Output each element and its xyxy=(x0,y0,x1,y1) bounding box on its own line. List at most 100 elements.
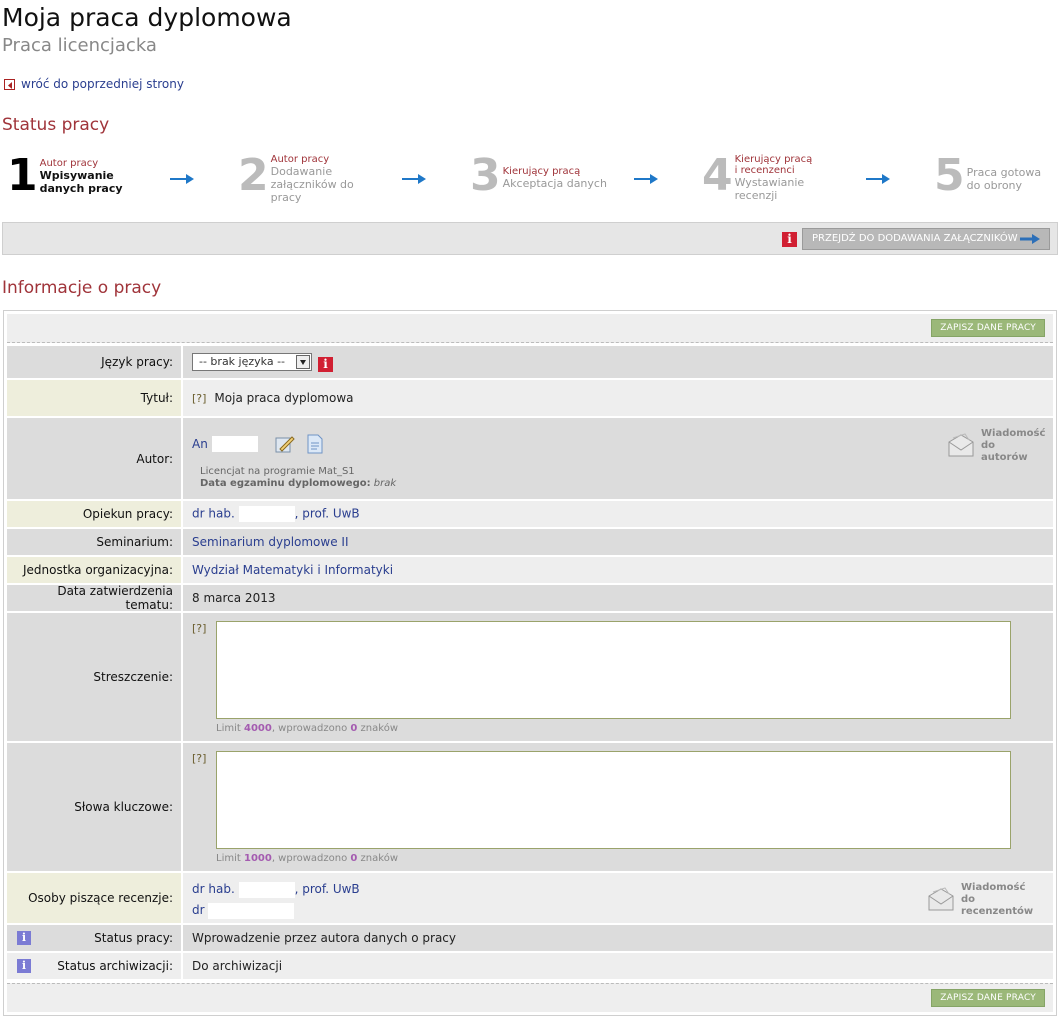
seminar-label: Seminarium: xyxy=(7,529,181,557)
author-name-link[interactable]: An xyxy=(192,437,208,451)
info-section-title: Informacje o pracy xyxy=(2,278,162,298)
author-program: Licencjat na programie Mat_S1 xyxy=(200,466,355,477)
step-role: Kierujący pracą xyxy=(502,166,581,177)
work-info-form: ZAPISZ DANE PRACY Język pracy: -- brak j… xyxy=(3,310,1057,1016)
approval-value: 8 marca 2013 xyxy=(192,591,276,605)
author-label: Autor: xyxy=(7,418,181,501)
goto-attachments-label: PRZEJDŹ DO DODAWANIA ZAŁĄCZNIKÓW xyxy=(812,233,1018,244)
reviewer-link[interactable]: dr xyxy=(192,902,295,919)
save-button[interactable]: ZAPISZ DANE PRACY xyxy=(931,319,1045,337)
step-role: Kierujący pracą i recenzenci xyxy=(734,154,813,176)
row-language: Język pracy: -- brak języka -- i xyxy=(7,346,1053,380)
step-label: Dodawanie załączników do pracy xyxy=(270,165,354,204)
step-number: 2 xyxy=(238,150,269,201)
step-2: 2 Autor pracy Dodawanie załączników do p… xyxy=(238,150,361,205)
work-status-label: i Status pracy: xyxy=(7,925,181,953)
chevron-down-icon[interactable] xyxy=(296,355,310,369)
row-archive-status: i Status archiwizacji: Do archiwizacji xyxy=(7,953,1053,981)
row-seminar: Seminarium: Seminarium dyplomowe II xyxy=(7,529,1053,557)
language-select[interactable]: -- brak języka -- xyxy=(192,353,312,371)
goto-attachments-button[interactable]: PRZEJDŹ DO DODAWANIA ZAŁĄCZNIKÓW xyxy=(802,228,1050,250)
step-number: 3 xyxy=(470,150,501,201)
supervisor-suffix: , prof. UwB xyxy=(294,506,360,521)
step-label: Praca gotowa do obrony xyxy=(966,166,1042,192)
message-authors-button[interactable]: Wiadomość do autorów xyxy=(945,428,1046,464)
message-reviewers-label: Wiadomość do recenzentów xyxy=(961,882,1034,917)
info-icon[interactable]: i xyxy=(17,931,31,945)
keywords-label: Słowa kluczowe: xyxy=(7,743,181,873)
row-reviewers: Osoby piszące recenzje: dr hab. , prof. … xyxy=(7,873,1053,925)
row-author: Autor: An Licencjat na programie Mat_S1 … xyxy=(7,418,1053,501)
message-authors-label: Wiadomość do autorów xyxy=(981,428,1046,463)
step-number: 5 xyxy=(934,150,965,201)
redacted-name xyxy=(238,881,295,898)
supervisor-link[interactable]: dr hab. , prof. UwB xyxy=(192,506,360,522)
info-icon[interactable]: i xyxy=(318,357,333,372)
back-arrow-icon[interactable] xyxy=(4,78,15,90)
redacted-name xyxy=(238,506,295,522)
step-1: 1 Autor pracy Wpisywanie danych pracy xyxy=(7,152,130,200)
row-unit: Jednostka organizacyjna: Wydział Matemat… xyxy=(7,557,1053,585)
help-icon[interactable]: [?] xyxy=(192,752,206,765)
step-5: 5 Praca gotowa do obrony xyxy=(934,152,1057,200)
form-toolbar-bottom: ZAPISZ DANE PRACY xyxy=(7,983,1053,1012)
unit-label: Jednostka organizacyjna: xyxy=(7,557,181,585)
step-4: 4 Kierujący pracą i recenzenci Wystawian… xyxy=(702,150,815,203)
supervisor-prefix: dr hab. xyxy=(192,506,235,521)
row-work-status: i Status pracy: Wprowadzenie przez autor… xyxy=(7,925,1053,953)
info-icon[interactable]: i xyxy=(782,232,797,247)
row-title: Tytuł: [?] Moja praca dyplomowa xyxy=(7,380,1053,418)
row-approval-date: Data zatwierdzenia tematu: 8 marca 2013 xyxy=(7,584,1053,613)
unit-link[interactable]: Wydział Matematyki i Informatyki xyxy=(192,563,393,577)
step-arrow-icon xyxy=(634,174,658,184)
reviewers-label: Osoby piszące recenzje: xyxy=(7,873,181,925)
edit-note-icon[interactable] xyxy=(274,434,296,454)
step-number: 4 xyxy=(702,150,733,201)
title-value: Moja praca dyplomowa xyxy=(214,391,354,405)
page-subtitle: Praca licencjacka xyxy=(2,35,157,56)
info-icon[interactable]: i xyxy=(17,959,31,973)
abstract-limit: Limit 4000, wprowadzono 0 znaków xyxy=(216,723,398,734)
approval-label: Data zatwierdzenia tematu: xyxy=(7,584,181,613)
exam-date-value: brak xyxy=(373,478,397,489)
back-row[interactable]: wróć do poprzedniej strony xyxy=(4,77,184,91)
form-toolbar-top: ZAPISZ DANE PRACY xyxy=(7,314,1053,343)
redacted-name xyxy=(211,436,258,452)
abstract-textarea[interactable] xyxy=(216,621,1011,719)
title-label: Tytuł: xyxy=(7,380,181,418)
step-role: Autor pracy xyxy=(39,158,99,169)
step-arrow-icon xyxy=(866,174,890,184)
message-reviewers-button[interactable]: Wiadomość do recenzentów xyxy=(925,882,1037,918)
save-button[interactable]: ZAPISZ DANE PRACY xyxy=(931,989,1045,1007)
step-3: 3 Kierujący pracą Akceptacja danych xyxy=(470,152,613,200)
supervisor-label: Opiekun pracy: xyxy=(7,501,181,529)
archive-status-value: Do archiwizacji xyxy=(192,959,283,973)
keywords-limit: Limit 1000, wprowadzono 0 znaków xyxy=(216,853,398,864)
reviewer-link[interactable]: dr hab. , prof. UwB xyxy=(192,881,360,898)
language-select-value: -- brak języka -- xyxy=(199,355,286,368)
abstract-label: Streszczenie: xyxy=(7,613,181,743)
keywords-textarea[interactable] xyxy=(216,751,1011,849)
language-label: Język pracy: xyxy=(7,346,181,380)
envelope-icon xyxy=(928,887,954,911)
arrow-right-icon xyxy=(1020,234,1040,244)
redacted-name xyxy=(208,902,295,919)
step-label: Wpisywanie danych pracy xyxy=(39,169,123,195)
step-arrow-icon xyxy=(170,174,194,184)
status-steps: 1 Autor pracy Wpisywanie danych pracy 2 … xyxy=(0,152,1062,212)
envelope-icon xyxy=(948,433,974,457)
status-section-title: Status pracy xyxy=(2,115,110,135)
step-label: Wystawianie recenzji xyxy=(734,176,805,202)
page-title: Moja praca dyplomowa xyxy=(2,3,292,32)
row-keywords: Słowa kluczowe: [?] Limit 1000, wprowadz… xyxy=(7,743,1053,873)
seminar-link[interactable]: Seminarium dyplomowe II xyxy=(192,535,349,549)
step-label: Akceptacja danych xyxy=(502,177,607,190)
row-abstract: Streszczenie: [?] Limit 4000, wprowadzon… xyxy=(7,613,1053,743)
document-icon[interactable] xyxy=(306,434,324,454)
back-link[interactable]: wróć do poprzedniej strony xyxy=(21,77,184,91)
help-icon[interactable]: [?] xyxy=(192,392,206,405)
help-icon[interactable]: [?] xyxy=(192,622,206,635)
exam-date-label: Data egzaminu dyplomowego: xyxy=(200,478,371,489)
step-number: 1 xyxy=(7,150,38,201)
archive-status-label: i Status archiwizacji: xyxy=(7,953,181,981)
